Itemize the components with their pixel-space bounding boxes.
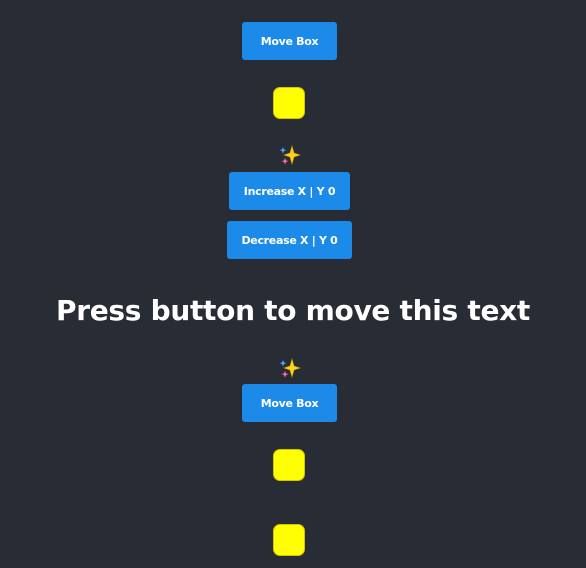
movable-headline-text: Press button to move this text: [56, 294, 530, 327]
move-box-button-bottom[interactable]: Move Box: [242, 384, 337, 422]
yellow-box-bottom: [273, 524, 305, 556]
yellow-box-top: [273, 87, 305, 119]
increase-xy-button[interactable]: Increase X | Y 0: [229, 172, 350, 210]
decrease-xy-button[interactable]: Decrease X | Y 0: [227, 221, 352, 259]
sparkles-icon: [279, 144, 301, 166]
sparkles-icon: [279, 357, 301, 379]
yellow-box-middle: [273, 449, 305, 481]
move-box-button-top[interactable]: Move Box: [242, 22, 337, 60]
